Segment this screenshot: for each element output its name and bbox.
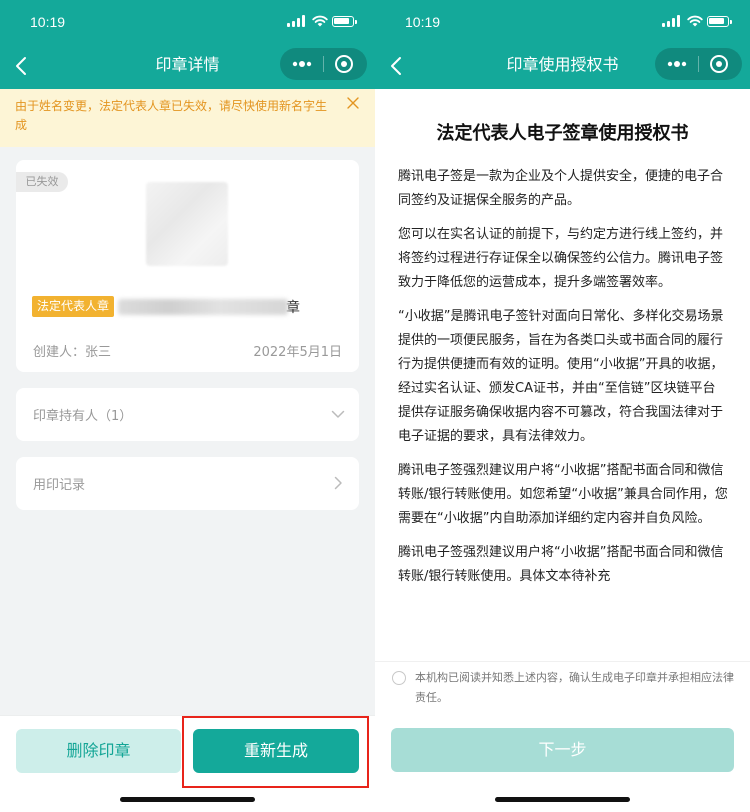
document-paragraph: 腾讯电子签是一款为企业及个人提供安全，便捷的电子合同签约及证据保全服务的产品。 [398,169,724,208]
authorization-screen: 10:19 印章使用授权书 法定代表人电子签章使用授权书 腾讯电子签是一款为企业… [375,0,750,812]
close-miniprogram-icon[interactable] [324,48,367,80]
seal-records-label: 用印记录 [33,478,86,493]
chevron-down-icon [331,410,345,418]
status-icons [662,15,732,29]
nav-bar: 印章详情 [0,44,375,89]
seal-holder-row[interactable]: 印章持有人（1） [16,388,359,441]
battery-icon [707,16,732,27]
seal-name-redacted [118,298,288,315]
created-date: 2022年5月1日 [253,345,342,360]
top-bar: 10:19 印章使用授权书 [375,0,750,89]
wifi-icon [312,15,328,27]
signal-icon [662,15,680,27]
home-indicator [120,797,255,802]
home-indicator [495,797,630,802]
status-time: 10:19 [405,14,441,30]
seal-card: 已失效 法定代表人章 章 创建人：张三 2022年5月1日 [16,160,359,372]
mini-program-capsule [655,48,742,80]
signal-icon [287,15,305,27]
status-bar: 10:19 [375,0,750,44]
close-miniprogram-icon[interactable] [699,48,742,80]
top-bar: 10:19 印章详情 [0,0,375,89]
document-body: 腾讯电子签是一款为企业及个人提供安全，便捷的电子合同签约及证据保全服务的产品。 … [398,165,728,599]
scroll-fade [375,633,750,661]
seal-records-row[interactable]: 用印记录 [16,457,359,510]
document-paragraph: 腾讯电子签强烈建议用户将“小收据”搭配书面合同和微信转账/银行转账使用。如您希望… [398,463,728,526]
status-badge: 已失效 [16,172,68,192]
seal-type-tag: 法定代表人章 [32,296,115,317]
mini-program-capsule [280,48,367,80]
document-paragraph: “小收据”是腾讯电子签针对面向日常化、多样化交易场景提供的一项便民服务，旨在为各… [398,309,724,444]
seal-detail-screen: 10:19 印章详情 由于姓名变更，法定代表人章已失效，请尽快使用新名字生成 已… [0,0,375,812]
seal-image [146,182,228,266]
notice-text: 由于姓名变更，法定代表人章已失效，请尽快使用新名字生成 [15,99,328,132]
agree-checkbox[interactable] [392,671,406,685]
agreement-text: 本机构已阅读并知悉上述内容，确认生成电子印章并承担相应法律责任。 [415,671,734,704]
seal-name: 章 [118,296,306,317]
more-icon[interactable] [655,48,698,80]
status-time: 10:19 [30,14,66,30]
nav-bar: 印章使用授权书 [375,44,750,89]
battery-icon [332,16,357,27]
close-icon[interactable] [347,97,359,109]
seal-holder-label: 印章持有人（1） [33,409,133,424]
next-step-button[interactable]: 下一步 [391,728,734,772]
document-paragraph: 您可以在实名认证的前提下，与约定方进行线上签约，并将签约过程进行存证保全以确保签… [398,227,724,290]
agreement-row: 本机构已阅读并知悉上述内容，确认生成电子印章并承担相应法律责任。 [375,661,750,715]
status-icons [287,15,357,29]
document-paragraph: 腾讯电子签强烈建议用户将“小收据”搭配书面合同和微信转账/银行转账使用。具体文本… [398,545,724,584]
seal-name-suffix: 章 [286,299,300,316]
wifi-icon [687,15,703,27]
document-title: 法定代表人电子签章使用授权书 [436,123,689,144]
regenerate-button[interactable]: 重新生成 [193,729,359,773]
authorization-document[interactable]: 法定代表人电子签章使用授权书 腾讯电子签是一款为企业及个人提供安全，便捷的电子合… [375,89,750,661]
chevron-right-icon [334,476,342,490]
more-icon[interactable] [280,48,323,80]
notice-banner: 由于姓名变更，法定代表人章已失效，请尽快使用新名字生成 [0,89,375,147]
status-bar: 10:19 [0,0,375,44]
creator-label: 创建人：张三 [33,345,112,360]
delete-seal-button[interactable]: 删除印章 [16,729,181,773]
